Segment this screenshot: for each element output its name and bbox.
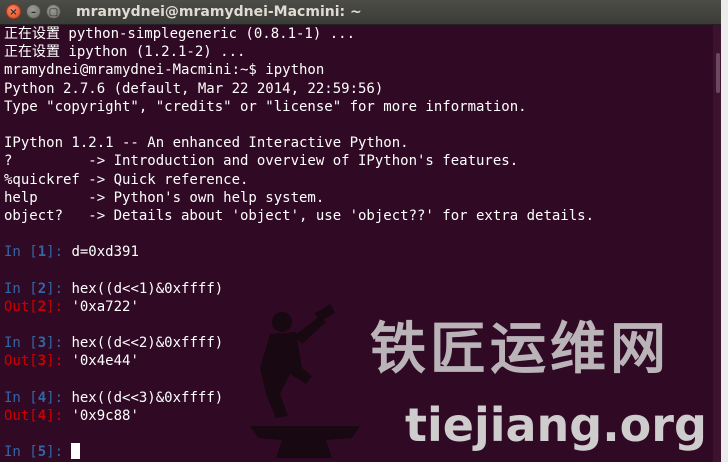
input-code: hex((d<<2)&0xffff) — [71, 335, 224, 352]
out-suffix: ]: — [46, 298, 72, 315]
input-code: hex((d<<1)&0xffff) — [71, 280, 224, 297]
out-line-4: Out[4]: '0x9c88' — [4, 407, 713, 425]
terminal-content[interactable]: 正在设置 python-simplegeneric (0.8.1-1) ... … — [4, 25, 713, 462]
in-suffix: ]: — [46, 244, 72, 261]
out-number: 2 — [37, 298, 47, 315]
out-prompt: Out[2]: — [4, 299, 71, 315]
in-number: 3 — [37, 335, 47, 352]
terminal-line: mramydnei@mramydnei-Macmini:~$ ipython — [4, 62, 325, 79]
in-prompt: In [1]: — [4, 244, 71, 260]
terminal-line: help -> Python's own help system. — [4, 189, 325, 206]
out-line-2: Out[2]: '0xa722' — [4, 298, 713, 316]
out-prompt: Out[3]: — [4, 353, 71, 369]
output-value: '0x4e44' — [71, 353, 139, 370]
out-prefix: Out[ — [4, 298, 38, 315]
in-line-5[interactable]: In [5]: — [4, 443, 713, 461]
in-prompt: In [4]: — [4, 390, 71, 406]
in-line-1: In [1]: d=0xd391 — [4, 243, 713, 261]
in-suffix: ]: — [46, 335, 72, 352]
out-line-3: Out[3]: '0x4e44' — [4, 352, 713, 370]
maximize-button[interactable]: ▢ — [46, 4, 61, 19]
text-cursor — [71, 443, 81, 460]
terminal-line: ? -> Introduction and overview of IPytho… — [4, 153, 519, 170]
in-prefix: In [ — [4, 244, 38, 261]
terminal-line: 正在设置 python-simplegeneric (0.8.1-1) ... — [4, 26, 356, 42]
terminal-line: 正在设置 ipython (1.2.1-2) ... — [4, 44, 246, 61]
in-prompt: In [2]: — [4, 281, 71, 297]
in-suffix: ]: — [46, 444, 72, 461]
out-suffix: ]: — [46, 353, 72, 370]
in-line-3: In [3]: hex((d<<2)&0xffff) — [4, 334, 713, 352]
out-prefix: Out[ — [4, 353, 38, 370]
out-suffix: ]: — [46, 407, 72, 424]
in-prefix: In [ — [4, 444, 38, 461]
in-prefix: In [ — [4, 335, 38, 352]
terminal-line: object? -> Details about 'object', use '… — [4, 207, 595, 224]
in-prefix: In [ — [4, 389, 38, 406]
out-number: 3 — [37, 353, 47, 370]
out-prefix: Out[ — [4, 407, 38, 424]
in-number: 5 — [37, 444, 47, 461]
output-value: '0xa722' — [71, 298, 139, 315]
window-title: mramydnei@mramydnei-Macmini: ~ — [76, 4, 362, 20]
terminal-line: %quickref -> Quick reference. — [4, 171, 249, 188]
terminal-line: Python 2.7.6 (default, Mar 22 2014, 22:5… — [4, 80, 384, 97]
in-number: 1 — [37, 244, 47, 261]
terminal-line: IPython 1.2.1 -- An enhanced Interactive… — [4, 135, 409, 152]
title-bar[interactable]: × – ▢ mramydnei@mramydnei-Macmini: ~ — [0, 0, 721, 25]
desktop-edge — [721, 0, 728, 462]
out-number: 4 — [37, 407, 47, 424]
in-number: 4 — [37, 389, 47, 406]
terminal-line: Type "copyright", "credits" or "license"… — [4, 98, 527, 115]
out-prompt: Out[4]: — [4, 408, 71, 424]
terminal-window: × – ▢ mramydnei@mramydnei-Macmini: ~ 正在设… — [0, 0, 721, 462]
scrollbar[interactable] — [713, 25, 721, 462]
in-line-2: In [2]: hex((d<<1)&0xffff) — [4, 280, 713, 298]
input-code: hex((d<<3)&0xffff) — [71, 389, 224, 406]
in-suffix: ]: — [46, 389, 72, 406]
close-button[interactable]: × — [6, 4, 21, 19]
in-prompt: In [5]: — [4, 444, 71, 460]
in-number: 2 — [37, 280, 47, 297]
minimize-button[interactable]: – — [26, 4, 41, 19]
output-value: '0x9c88' — [71, 407, 139, 424]
in-line-4: In [4]: hex((d<<3)&0xffff) — [4, 389, 713, 407]
input-code: d=0xd391 — [71, 244, 139, 261]
scrollbar-thumb[interactable] — [716, 53, 720, 93]
in-prefix: In [ — [4, 280, 38, 297]
in-prompt: In [3]: — [4, 335, 71, 351]
in-suffix: ]: — [46, 280, 72, 297]
